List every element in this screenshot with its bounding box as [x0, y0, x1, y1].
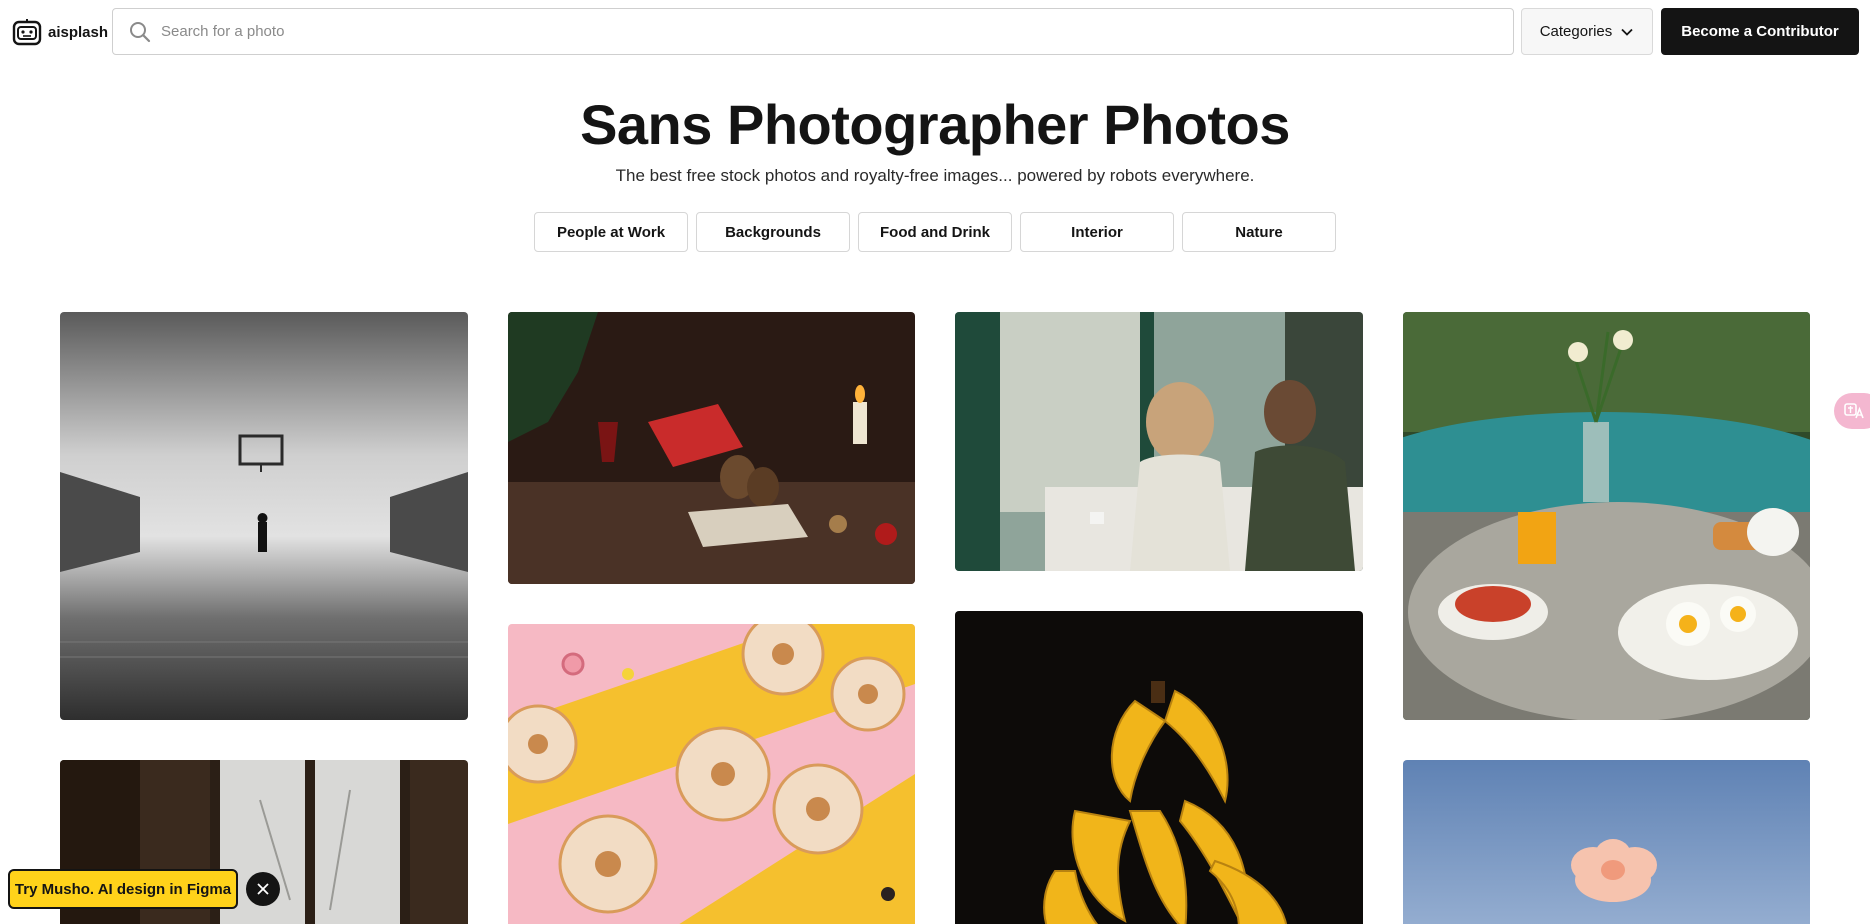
- chip-interior[interactable]: Interior: [1020, 212, 1174, 252]
- search-icon: [130, 22, 151, 43]
- translate-icon: [1844, 403, 1864, 419]
- robot-logo-icon: [12, 19, 42, 46]
- cafe-people-photo[interactable]: [955, 312, 1363, 571]
- bananas-photo[interactable]: [955, 611, 1363, 924]
- logo[interactable]: aisplash: [12, 18, 108, 46]
- basketball-court-photo[interactable]: [60, 312, 468, 720]
- become-contributor-button[interactable]: Become a Contributor: [1661, 8, 1859, 55]
- chip-backgrounds[interactable]: Backgrounds: [696, 212, 850, 252]
- promo-close-button[interactable]: [246, 872, 280, 906]
- christmas-table-photo[interactable]: [508, 312, 915, 584]
- logo-text: aisplash: [48, 23, 109, 41]
- categories-label: Categories: [1539, 23, 1613, 40]
- categories-dropdown[interactable]: Categories: [1521, 8, 1653, 55]
- top-bar: aisplash Categories Become a Contributor: [0, 0, 1870, 62]
- page-subtitle: The best free stock photos and royalty-f…: [615, 166, 1255, 185]
- chevron-down-icon: [1621, 28, 1633, 36]
- flower-sky-photo[interactable]: [1403, 760, 1810, 924]
- chip-food-and-drink[interactable]: Food and Drink: [858, 212, 1012, 252]
- category-chips: People at Work Backgrounds Food and Drin…: [534, 212, 1336, 252]
- chip-nature[interactable]: Nature: [1182, 212, 1336, 252]
- musho-promo-button[interactable]: Try Musho. AI design in Figma: [8, 869, 238, 909]
- donuts-photo[interactable]: [508, 624, 915, 924]
- chip-people-at-work[interactable]: People at Work: [534, 212, 688, 252]
- close-icon: [257, 883, 269, 895]
- search-bar[interactable]: [112, 8, 1514, 55]
- translate-widget[interactable]: [1834, 393, 1870, 429]
- page-title: Sans Photographer Photos: [580, 93, 1290, 156]
- search-input[interactable]: [161, 9, 1501, 54]
- poolside-breakfast-photo[interactable]: [1403, 312, 1810, 720]
